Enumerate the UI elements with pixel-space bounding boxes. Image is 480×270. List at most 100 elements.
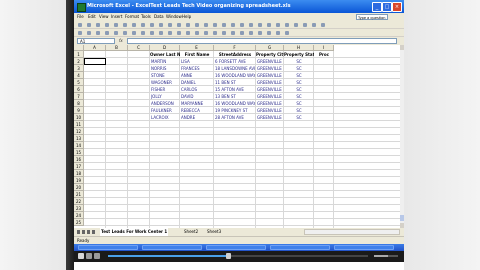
table-cell[interactable]: 19 PINCKNEY ST [215, 107, 255, 114]
skip-icon[interactable] [94, 253, 100, 259]
table-cell[interactable]: 6 FORSETT AVE [215, 58, 255, 65]
toolbar-button-icon[interactable] [96, 23, 100, 27]
toolbar-button-icon[interactable] [186, 31, 190, 35]
table-cell[interactable]: SC [285, 107, 313, 114]
row-header-5[interactable]: 5 [74, 79, 84, 86]
toolbar-button-icon[interactable] [87, 31, 91, 35]
table-cell[interactable]: SC [285, 100, 313, 107]
taskbar-item[interactable] [142, 245, 202, 250]
row-header-15[interactable]: 15 [74, 149, 84, 156]
table-cell[interactable]: SC [285, 72, 313, 79]
row-header-22[interactable]: 22 [74, 198, 84, 205]
column-header-c[interactable]: C [128, 45, 150, 51]
column-header-b[interactable]: B [106, 45, 128, 51]
table-cell[interactable]: NORRIS [151, 65, 179, 72]
toolbar-button-icon[interactable] [258, 23, 262, 27]
table-cell[interactable]: GREENVILLE [257, 107, 283, 114]
toolbar-button-icon[interactable] [276, 31, 280, 35]
header-cell[interactable]: Property City [256, 51, 284, 58]
toolbar-button-icon[interactable] [141, 23, 145, 27]
minimize-button[interactable]: _ [372, 2, 382, 12]
table-cell[interactable]: 16 WOODLAND WAY [215, 100, 255, 107]
toolbar-button-icon[interactable] [312, 23, 316, 27]
row-header-16[interactable]: 16 [74, 156, 84, 163]
toolbar-button-icon[interactable] [285, 23, 289, 27]
table-cell[interactable]: ANDERSON [151, 100, 179, 107]
first-sheet-button[interactable] [77, 230, 80, 234]
seek-handle[interactable] [225, 253, 231, 259]
toolbar-button-icon[interactable] [132, 31, 136, 35]
row-header-8[interactable]: 8 [74, 100, 84, 107]
last-sheet-button[interactable] [92, 230, 95, 234]
close-button[interactable]: × [392, 2, 402, 12]
table-cell[interactable]: ANNE [181, 72, 213, 79]
menu-item-window[interactable]: Window [166, 13, 182, 21]
table-cell[interactable]: MARYANNE [181, 100, 213, 107]
vertical-scrollbar[interactable] [400, 45, 404, 228]
toolbar-button-icon[interactable] [114, 23, 118, 27]
row-header-24[interactable]: 24 [74, 212, 84, 219]
row-header-11[interactable]: 11 [74, 121, 84, 128]
table-cell[interactable]: 28 AFTON AVE [215, 114, 255, 121]
table-cell[interactable]: MARTIN [151, 58, 179, 65]
header-cell[interactable]: First Name [180, 51, 214, 58]
toolbar-button-icon[interactable] [168, 23, 172, 27]
horizontal-scrollbar[interactable] [304, 229, 400, 235]
prev-sheet-button[interactable] [82, 230, 85, 234]
maximize-button[interactable]: □ [382, 2, 392, 12]
toolbar-button-icon[interactable] [132, 23, 136, 27]
table-cell[interactable]: SC [285, 58, 313, 65]
toolbar-button-icon[interactable] [249, 23, 253, 27]
taskbar-item[interactable] [206, 245, 266, 250]
header-cell[interactable]: Property State [284, 51, 314, 58]
table-cell[interactable]: GREENVILLE [257, 72, 283, 79]
row-header-7[interactable]: 7 [74, 93, 84, 100]
table-cell[interactable]: FAULKNER [151, 107, 179, 114]
toolbar-button-icon[interactable] [96, 31, 100, 35]
table-cell[interactable]: LACROIX [151, 114, 179, 121]
toolbar-button-icon[interactable] [276, 23, 280, 27]
toolbar-button-icon[interactable] [321, 23, 325, 27]
table-cell[interactable]: GREENVILLE [257, 114, 283, 121]
active-cell-selection[interactable] [84, 58, 106, 65]
sheet-tab-3[interactable]: Sheet3 [207, 228, 221, 236]
toolbar-button-icon[interactable] [240, 23, 244, 27]
row-header-14[interactable]: 14 [74, 142, 84, 149]
row-header-12[interactable]: 12 [74, 128, 84, 135]
table-cell[interactable]: FRANCES [181, 65, 213, 72]
table-cell[interactable]: LISA [181, 58, 213, 65]
table-cell[interactable]: STONE [151, 72, 179, 79]
row-header-20[interactable]: 20 [74, 184, 84, 191]
table-cell[interactable]: 15 AFTON AVE [215, 86, 255, 93]
toolbar-button-icon[interactable] [105, 31, 109, 35]
row-header-25[interactable]: 25 [74, 219, 84, 226]
next-sheet-button[interactable] [87, 230, 90, 234]
toolbar-button-icon[interactable] [123, 31, 127, 35]
row-header-10[interactable]: 10 [74, 114, 84, 121]
toolbar-button-icon[interactable] [141, 31, 145, 35]
column-header-a[interactable]: A [84, 45, 106, 51]
row-header-9[interactable]: 9 [74, 107, 84, 114]
toolbar-button-icon[interactable] [258, 31, 262, 35]
row-header-17[interactable]: 17 [74, 163, 84, 170]
toolbar-button-icon[interactable] [294, 23, 298, 27]
table-cell[interactable]: GREENVILLE [257, 93, 283, 100]
table-cell[interactable]: JOLLY [151, 93, 179, 100]
toolbar-button-icon[interactable] [204, 31, 208, 35]
table-cell[interactable]: 11 BEN ST [215, 79, 255, 86]
scroll-up-arrow[interactable] [400, 45, 404, 50]
row-header-2[interactable]: 2 [74, 58, 84, 65]
toolbar-button-icon[interactable] [303, 23, 307, 27]
taskbar-item[interactable] [334, 245, 394, 250]
toolbar-button-icon[interactable] [186, 23, 190, 27]
toolbar-button-icon[interactable] [204, 23, 208, 27]
row-header-3[interactable]: 3 [74, 65, 84, 72]
taskbar-item[interactable] [78, 245, 138, 250]
toolbar-button-icon[interactable] [159, 31, 163, 35]
menu-item-help[interactable]: Help [182, 13, 191, 21]
header-cell[interactable]: Proc [314, 51, 334, 58]
table-cell[interactable]: GREENVILLE [257, 86, 283, 93]
scroll-thumb[interactable] [400, 215, 404, 221]
table-cell[interactable]: SC [285, 93, 313, 100]
taskbar-item[interactable] [270, 245, 330, 250]
